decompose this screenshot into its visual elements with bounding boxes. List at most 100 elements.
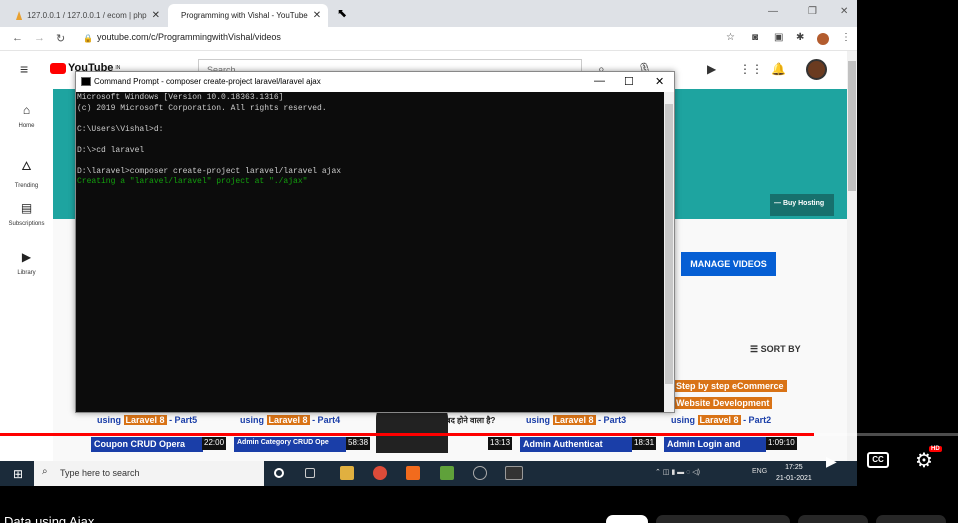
video-thumb-title[interactable]: बद होने वाला है? xyxy=(446,415,495,426)
tab-close-icon[interactable]: ✕ xyxy=(152,10,160,21)
share-button[interactable] xyxy=(798,515,868,523)
tab-phpmyadmin[interactable]: 127.0.0.1 / 127.0.0.1 / ecom | php ✕ xyxy=(8,4,168,27)
sidebar-item-label: Subscriptions xyxy=(8,221,45,227)
sort-icon: ☰ xyxy=(750,344,761,354)
url-field[interactable]: youtube.com/c/ProgrammingwithVishal/vide… xyxy=(97,32,281,42)
thumb-part: - Part2 xyxy=(743,415,772,425)
video-caption[interactable]: Coupon CRUD Opera xyxy=(91,437,203,452)
video-progress-bar[interactable] xyxy=(0,433,958,436)
captions-button[interactable]: CC xyxy=(867,452,889,468)
video-caption[interactable]: Admin Authenticat xyxy=(520,437,632,452)
sidebar-item-subscriptions[interactable]: ▤ Subscriptions xyxy=(0,201,53,227)
console-line: (c) 2019 Microsoft Corporation. All righ… xyxy=(77,103,327,113)
subscribe-button[interactable] xyxy=(606,515,648,523)
date: 21-01-2021 xyxy=(776,475,812,482)
taskbar-search-input[interactable]: ⌕ Type here to search xyxy=(34,461,264,486)
notepadpp-icon[interactable] xyxy=(440,466,454,480)
video-duration: 58:38 xyxy=(346,437,371,450)
obs-icon[interactable] xyxy=(473,466,487,480)
taskbar-search-placeholder: Type here to search xyxy=(60,468,140,478)
sidebar-item-label: Home xyxy=(18,123,35,129)
sidebar-item-label: Library xyxy=(17,270,36,276)
fire-icon: 🜂 xyxy=(21,159,32,173)
mouse-cursor-icon: ⬉ xyxy=(337,6,348,20)
thumb-part: - Part4 xyxy=(312,415,341,425)
buy-hosting-link[interactable]: — Buy Hosting xyxy=(770,194,834,216)
reload-icon[interactable]: ↻ xyxy=(56,32,65,45)
create-video-icon[interactable]: ▶ xyxy=(707,62,716,76)
windows-start-icon[interactable]: ⊞ xyxy=(13,467,23,481)
more-button[interactable] xyxy=(876,515,946,523)
tray-icons[interactable]: ⌃ ◫ ▮ ▬ ◌ ◁) xyxy=(655,468,700,476)
bookmark-star-icon[interactable]: ☆ xyxy=(726,32,735,43)
sidebar-item-home[interactable]: ⌂ Home xyxy=(0,103,53,129)
task-view-icon[interactable] xyxy=(305,468,315,478)
cmd-scrollbar[interactable] xyxy=(664,92,674,412)
sidebar-item-library[interactable]: ▶ Library xyxy=(0,250,53,276)
windows-taskbar: ⊞ ⌕ Type here to search ⌃ ◫ ▮ ▬ ◌ ◁) ENG… xyxy=(0,461,857,486)
video-thumb-title[interactable]: using Laravel 8 - Part4 xyxy=(240,415,340,425)
cmd-console[interactable]: Microsoft Windows [Version 10.0.18363.13… xyxy=(76,92,664,412)
video-title: Data using Ajax xyxy=(4,514,95,523)
video-caption[interactable]: Admin Login and xyxy=(664,437,766,452)
chrome-icon[interactable] xyxy=(373,466,387,480)
thumb-highlight: Laravel 8 xyxy=(123,415,167,425)
cmd-maximize-button[interactable]: ☐ xyxy=(624,75,634,88)
page-scrollbar-thumb[interactable] xyxy=(848,61,856,191)
video-caption[interactable]: Admin Category CRUD Ope xyxy=(234,437,346,452)
thumb-text: using xyxy=(240,415,264,425)
thumb-text: using xyxy=(97,415,121,425)
thumb-highlight: Laravel 8 xyxy=(552,415,596,425)
video-thumb-title[interactable]: using Laravel 8 - Part3 xyxy=(526,415,626,425)
cmd-taskbar-icon[interactable] xyxy=(505,466,523,480)
notifications-bell-icon[interactable]: 🔔 xyxy=(771,62,786,76)
thumb-text: using xyxy=(526,415,550,425)
apps-grid-icon[interactable]: ⋮⋮ xyxy=(739,62,763,76)
sort-by-button[interactable]: ☰ SORT BY xyxy=(750,344,801,355)
console-line: Microsoft Windows [Version 10.0.18363.13… xyxy=(77,93,284,102)
back-icon[interactable]: ← xyxy=(12,32,23,44)
puzzle-icon[interactable]: ✱ xyxy=(796,32,804,43)
video-thumb-title[interactable]: using Laravel 8 - Part2 xyxy=(671,415,771,425)
thumb-part: - Part5 xyxy=(169,415,198,425)
tab-youtube[interactable]: Programming with Vishal - YouTube ✕ xyxy=(168,4,328,27)
like-button[interactable] xyxy=(656,515,790,523)
thumb-highlight: Laravel 8 xyxy=(266,415,310,425)
restore-button[interactable]: ❐ xyxy=(808,6,817,17)
close-window-button[interactable]: ✕ xyxy=(840,6,848,17)
extension-icon[interactable]: ▣ xyxy=(774,32,783,43)
cortana-icon[interactable] xyxy=(274,468,284,478)
taskbar-clock[interactable]: 17:25 21-01-2021 xyxy=(776,462,812,484)
tab-close-icon[interactable]: ✕ xyxy=(313,10,321,21)
forward-icon[interactable]: → xyxy=(34,32,45,44)
cmd-close-button[interactable]: ✕ xyxy=(655,75,664,88)
hamburger-icon[interactable]: ≡ xyxy=(20,61,28,77)
address-bar: ← → ↻ 🔒 youtube.com/c/ProgrammingwithVis… xyxy=(0,27,857,51)
menu-dots-icon[interactable]: ⋮ xyxy=(841,32,851,43)
youtube-play-icon xyxy=(50,62,66,74)
video-frame: 127.0.0.1 / 127.0.0.1 / ecom | php ✕ Pro… xyxy=(0,0,958,523)
minimize-button[interactable]: — xyxy=(768,6,778,17)
language-indicator[interactable]: ENG xyxy=(752,468,767,475)
play-button[interactable]: ▶ xyxy=(826,453,842,469)
cmd-title: Command Prompt - composer create-project… xyxy=(94,77,321,86)
cmd-scrollbar-thumb[interactable] xyxy=(665,104,673,384)
file-explorer-icon[interactable] xyxy=(340,466,354,480)
manage-videos-button[interactable]: MANAGE VIDEOS xyxy=(681,252,776,276)
xampp-icon[interactable] xyxy=(406,466,420,480)
promo-line: Website Development xyxy=(673,397,773,409)
lock-icon: 🔒 xyxy=(83,34,93,43)
console-line: ​ xyxy=(77,156,663,167)
search-icon: ⌕ xyxy=(42,466,48,477)
cmd-title-bar[interactable]: Command Prompt - composer create-project… xyxy=(76,72,674,92)
thumb-text: using xyxy=(671,415,695,425)
profile-icon[interactable] xyxy=(817,33,829,45)
time: 17:25 xyxy=(785,464,803,471)
subscriptions-icon: ▤ xyxy=(20,201,33,215)
video-thumb-title[interactable]: using Laravel 8 - Part5 xyxy=(97,415,197,425)
cmd-minimize-button[interactable]: — xyxy=(594,75,605,87)
camera-icon[interactable]: ◙ xyxy=(752,32,758,43)
desktop-screen: 127.0.0.1 / 127.0.0.1 / ecom | php ✕ Pro… xyxy=(0,0,857,486)
sidebar-item-trending[interactable]: 🜂 Trending xyxy=(0,152,53,189)
avatar[interactable] xyxy=(806,59,827,80)
